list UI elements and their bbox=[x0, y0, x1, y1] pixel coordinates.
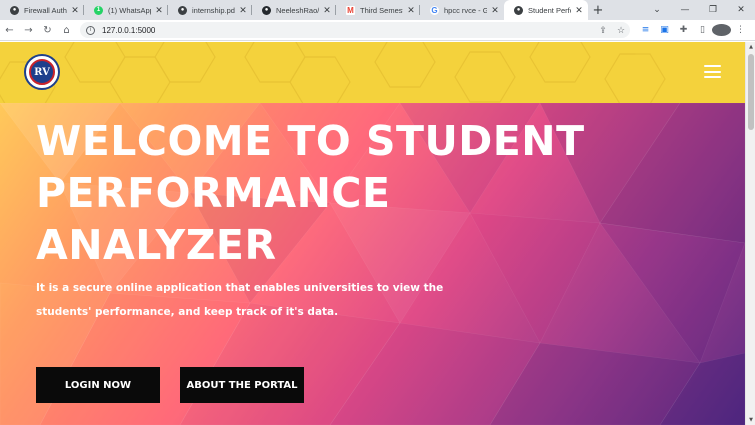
tab-search-icon[interactable]: ⌄ bbox=[643, 5, 671, 15]
home-icon[interactable]: ⌂ bbox=[57, 25, 76, 36]
tab-title: internship.pdf bbox=[192, 5, 235, 15]
site-header: RV bbox=[0, 42, 745, 103]
close-tab-icon[interactable]: ✕ bbox=[154, 5, 164, 16]
close-tab-icon[interactable]: ✕ bbox=[574, 5, 584, 16]
profile-avatar[interactable]: N bbox=[712, 24, 731, 36]
tab-title: hpcc rvce - Go bbox=[444, 5, 487, 15]
close-tab-icon[interactable]: ✕ bbox=[322, 5, 332, 16]
tab-github[interactable]: ● NeeleshRao/St ✕ bbox=[252, 0, 336, 20]
address-bar[interactable]: i 127.0.0.1:5000 ⇪ ☆ bbox=[80, 22, 630, 38]
page-viewport: RV WELCOME TO STUDENT PERFORMANCE ANALYZ… bbox=[0, 42, 745, 425]
tab-student-performance[interactable]: ● Student Perfor ✕ bbox=[504, 0, 588, 20]
close-tab-icon[interactable]: ✕ bbox=[406, 5, 416, 16]
close-tab-icon[interactable]: ✕ bbox=[490, 5, 500, 16]
maximize-button[interactable]: ❐ bbox=[699, 5, 727, 15]
tab-title: NeeleshRao/St bbox=[276, 5, 319, 15]
hero-title: WELCOME TO STUDENT PERFORMANCE ANALYZER bbox=[36, 117, 585, 269]
page-scrollbar[interactable]: ▲ ▼ bbox=[745, 42, 755, 425]
tab-title: Student Perfor bbox=[528, 5, 571, 15]
about-portal-button[interactable]: ABOUT THE PORTAL bbox=[180, 367, 304, 403]
forward-icon[interactable]: → bbox=[19, 25, 38, 36]
globe-icon: ● bbox=[178, 5, 187, 15]
reading-list-icon[interactable]: ≡ bbox=[636, 25, 655, 35]
bookmark-star-icon[interactable]: ☆ bbox=[612, 25, 630, 36]
tab-google-search[interactable]: G hpcc rvce - Go ✕ bbox=[420, 0, 504, 20]
globe-icon: ● bbox=[10, 5, 19, 15]
tab-firewall[interactable]: ● Firewall Authe ✕ bbox=[0, 0, 84, 20]
rv-logo[interactable]: RV bbox=[24, 54, 60, 90]
hero-section: WELCOME TO STUDENT PERFORMANCE ANALYZER … bbox=[0, 103, 745, 425]
extensions-icon[interactable]: ✚ bbox=[674, 25, 693, 35]
hexagon-pattern bbox=[0, 42, 666, 103]
minimize-button[interactable]: — bbox=[671, 5, 699, 15]
hero-subtitle: It is a secure online application that e… bbox=[36, 282, 444, 318]
window-controls: ⌄ — ❐ ✕ bbox=[643, 0, 755, 20]
tab-title: Firewall Authe bbox=[24, 5, 67, 15]
scrollbar-thumb[interactable] bbox=[748, 54, 754, 130]
github-icon: ● bbox=[262, 5, 271, 15]
share-icon[interactable]: ⇪ bbox=[594, 25, 612, 36]
browser-toolbar: ← → ↻ ⌂ i 127.0.0.1:5000 ⇪ ☆ ≡ ▣ ✚ ▯ N ⋮ bbox=[0, 20, 755, 41]
tab-title: Third Semeste bbox=[360, 5, 403, 15]
close-window-button[interactable]: ✕ bbox=[727, 5, 755, 15]
site-info-icon[interactable]: i bbox=[86, 25, 95, 35]
new-tab-button[interactable]: + bbox=[588, 0, 608, 20]
close-tab-icon[interactable]: ✕ bbox=[70, 5, 80, 16]
media-icon[interactable]: ▣ bbox=[655, 25, 674, 35]
scroll-up-arrow-icon[interactable]: ▲ bbox=[746, 42, 755, 52]
toolbar-extensions: ≡ ▣ ✚ ▯ N ⋮ bbox=[636, 24, 750, 36]
back-icon[interactable]: ← bbox=[0, 25, 19, 36]
login-now-button[interactable]: LOGIN NOW bbox=[36, 367, 160, 403]
logo-text: RV bbox=[29, 59, 55, 85]
side-panel-icon[interactable]: ▯ bbox=[693, 25, 712, 35]
tab-gmail[interactable]: M Third Semeste ✕ bbox=[336, 0, 420, 20]
close-tab-icon[interactable]: ✕ bbox=[238, 5, 248, 16]
scroll-down-arrow-icon[interactable]: ▼ bbox=[746, 415, 755, 425]
hamburger-menu-icon[interactable] bbox=[704, 65, 721, 78]
browser-tab-strip: ● Firewall Authe ✕ 1 (1) WhatsApp ✕ ● in… bbox=[0, 0, 755, 20]
globe-icon: ● bbox=[514, 5, 523, 15]
menu-kebab-icon[interactable]: ⋮ bbox=[731, 25, 750, 35]
google-icon: G bbox=[430, 5, 439, 15]
tab-title: (1) WhatsApp bbox=[108, 5, 151, 15]
tab-whatsapp[interactable]: 1 (1) WhatsApp ✕ bbox=[84, 0, 168, 20]
gmail-icon: M bbox=[346, 5, 355, 15]
whatsapp-icon: 1 bbox=[94, 5, 103, 15]
url-text[interactable]: 127.0.0.1:5000 bbox=[102, 26, 594, 35]
tab-internship-pdf[interactable]: ● internship.pdf ✕ bbox=[168, 0, 252, 20]
reload-icon[interactable]: ↻ bbox=[38, 25, 57, 36]
